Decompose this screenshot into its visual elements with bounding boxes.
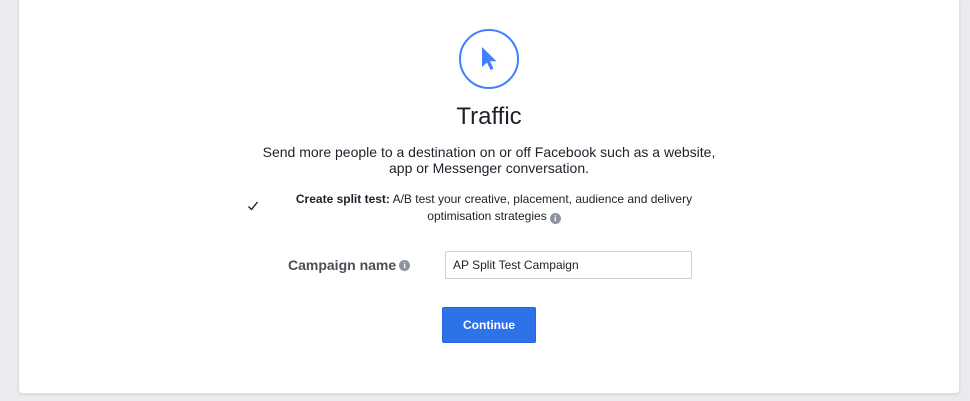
traffic-objective-icon [459,29,519,89]
split-test-checkbox[interactable] [246,199,260,213]
campaign-objective-card: Traffic Send more people to a destinatio… [18,0,960,394]
info-icon[interactable]: i [399,259,411,271]
continue-button[interactable]: Continue [442,307,536,343]
objective-description-line: Send more people to a destination on or … [262,144,716,160]
checkmark-icon [248,201,259,211]
info-icon[interactable]: i [549,213,561,224]
campaign-name-input[interactable] [445,251,692,279]
objective-description-line: app or Messenger conversation. [389,160,589,176]
cursor-pointer-icon [482,47,497,70]
campaign-name-label: Campaign name [288,257,397,273]
objective-description: Send more people to a destination on or … [19,144,959,176]
split-test-label: Create split test: [295,192,390,206]
objective-title: Traffic [456,103,522,130]
campaign-name-row: Campaign name i [288,257,411,273]
split-test-text: Create split test: A/B test your creativ… [274,191,714,225]
split-test-description: A/B test your creative, placement, audie… [392,192,693,223]
